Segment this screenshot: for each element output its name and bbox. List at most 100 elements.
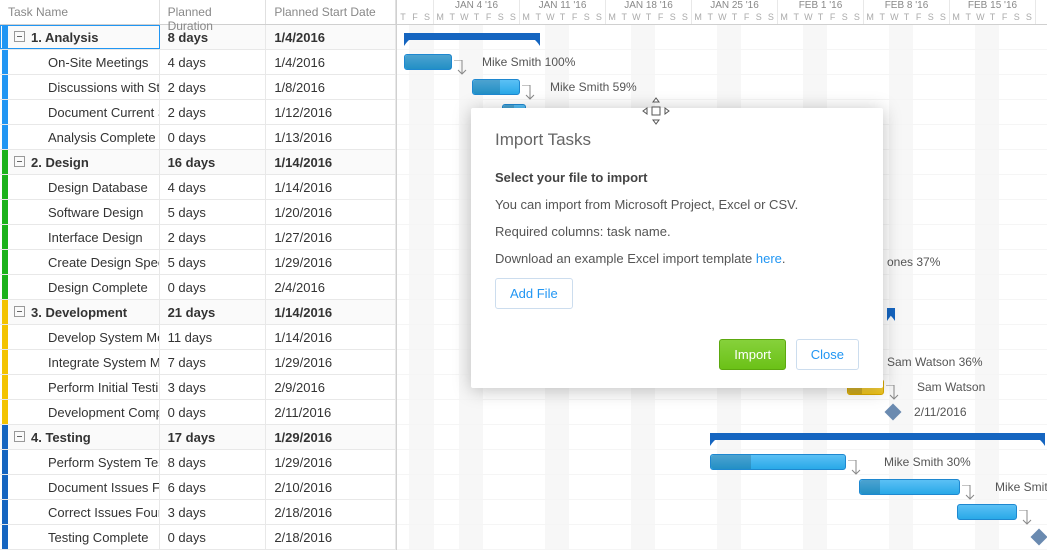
column-header-duration[interactable]: Planned Duration bbox=[160, 0, 267, 24]
task-row[interactable]: Document Current Systems2 days1/12/2016 bbox=[0, 100, 396, 125]
task-name: 3. Development bbox=[31, 305, 127, 320]
task-duration[interactable]: 7 days bbox=[160, 350, 267, 374]
gantt-row[interactable] bbox=[397, 425, 1047, 450]
task-duration[interactable]: 2 days bbox=[160, 100, 267, 124]
task-bar[interactable] bbox=[404, 54, 452, 70]
task-start-date[interactable]: 1/8/2016 bbox=[266, 75, 396, 99]
milestone[interactable] bbox=[885, 404, 902, 421]
gantt-row[interactable]: Mike Smith 59% bbox=[397, 75, 1047, 100]
task-row[interactable]: Interface Design2 days1/27/2016 bbox=[0, 225, 396, 250]
gantt-row[interactable] bbox=[397, 525, 1047, 550]
task-bar[interactable] bbox=[472, 79, 520, 95]
task-start-date[interactable]: 1/13/2016 bbox=[266, 125, 396, 149]
task-duration[interactable]: 3 days bbox=[160, 500, 267, 524]
task-start-date[interactable]: 1/12/2016 bbox=[266, 100, 396, 124]
task-start-date[interactable]: 1/14/2016 bbox=[266, 175, 396, 199]
collapse-toggle[interactable] bbox=[14, 156, 25, 167]
summary-bar[interactable] bbox=[710, 433, 1045, 440]
import-button[interactable]: Import bbox=[719, 339, 786, 370]
task-start-date[interactable]: 1/4/2016 bbox=[266, 50, 396, 74]
task-row[interactable]: Development Complete0 days2/11/2016 bbox=[0, 400, 396, 425]
task-duration[interactable]: 3 days bbox=[160, 375, 267, 399]
add-file-button[interactable]: Add File bbox=[495, 278, 573, 309]
task-row[interactable]: 4. Testing 17 days1/29/2016 bbox=[0, 425, 396, 450]
task-row[interactable]: Testing Complete0 days2/18/2016 bbox=[0, 525, 396, 550]
task-name: Document Issues Found bbox=[48, 480, 160, 495]
task-duration[interactable]: 2 days bbox=[160, 225, 267, 249]
task-duration[interactable]: 8 days bbox=[160, 450, 267, 474]
task-name: 1. Analysis bbox=[31, 30, 98, 45]
task-start-date[interactable]: 2/18/2016 bbox=[266, 525, 396, 549]
task-row[interactable]: Discussions with Stakeholders2 days1/8/2… bbox=[0, 75, 396, 100]
gantt-row[interactable]: Mike Smith 100% bbox=[397, 50, 1047, 75]
task-duration[interactable]: 5 days bbox=[160, 200, 267, 224]
task-start-date[interactable]: 1/29/2016 bbox=[266, 250, 396, 274]
task-start-date[interactable]: 1/29/2016 bbox=[266, 450, 396, 474]
task-bar[interactable] bbox=[859, 479, 960, 495]
task-start-date[interactable]: 1/27/2016 bbox=[266, 225, 396, 249]
task-row[interactable]: Design Complete0 days2/4/2016 bbox=[0, 275, 396, 300]
task-duration[interactable]: 17 days bbox=[160, 425, 267, 449]
task-start-date[interactable]: 2/4/2016 bbox=[266, 275, 396, 299]
column-header-start[interactable]: Planned Start Date bbox=[266, 0, 396, 24]
grid-header: Task Name Planned Duration Planned Start… bbox=[0, 0, 396, 25]
task-row[interactable]: 3. Development 21 days1/14/2016 bbox=[0, 300, 396, 325]
bar-label: ones 37% bbox=[887, 255, 940, 269]
task-name: Software Design bbox=[48, 205, 143, 220]
task-start-date[interactable]: 2/10/2016 bbox=[266, 475, 396, 499]
task-row[interactable]: Correct Issues Found3 days2/18/2016 bbox=[0, 500, 396, 525]
task-row[interactable]: 1. Analysis 8 days1/4/2016 bbox=[0, 25, 396, 50]
task-row[interactable]: Document Issues Found6 days2/10/2016 bbox=[0, 475, 396, 500]
gantt-row[interactable] bbox=[397, 25, 1047, 50]
task-row[interactable]: Software Design 5 days1/20/2016 bbox=[0, 200, 396, 225]
task-start-date[interactable]: 1/14/2016 bbox=[266, 325, 396, 349]
task-duration[interactable]: 21 days bbox=[160, 300, 267, 324]
task-bar[interactable] bbox=[957, 504, 1017, 520]
task-duration[interactable]: 0 days bbox=[160, 275, 267, 299]
task-duration[interactable]: 0 days bbox=[160, 525, 267, 549]
collapse-toggle[interactable] bbox=[14, 431, 25, 442]
task-start-date[interactable]: 1/29/2016 bbox=[266, 425, 396, 449]
task-duration[interactable]: 16 days bbox=[160, 150, 267, 174]
task-row[interactable]: Perform System Tests8 days1/29/2016 bbox=[0, 450, 396, 475]
task-start-date[interactable]: 2/18/2016 bbox=[266, 500, 396, 524]
task-duration[interactable]: 5 days bbox=[160, 250, 267, 274]
task-row[interactable]: Create Design Specification5 days1/29/20… bbox=[0, 250, 396, 275]
task-row[interactable]: Design Database4 days1/14/2016 bbox=[0, 175, 396, 200]
gantt-row[interactable] bbox=[397, 500, 1047, 525]
task-duration[interactable]: 4 days bbox=[160, 175, 267, 199]
collapse-toggle[interactable] bbox=[14, 31, 25, 42]
task-duration[interactable]: 11 days bbox=[160, 325, 267, 349]
task-row[interactable]: Analysis Complete0 days1/13/2016 bbox=[0, 125, 396, 150]
task-start-date[interactable]: 2/11/2016 bbox=[266, 400, 396, 424]
task-row[interactable]: Perform Initial Testing3 days2/9/2016 bbox=[0, 375, 396, 400]
collapse-toggle[interactable] bbox=[14, 306, 25, 317]
task-duration[interactable]: 0 days bbox=[160, 125, 267, 149]
task-start-date[interactable]: 1/4/2016 bbox=[266, 25, 396, 49]
task-start-date[interactable]: 1/29/2016 bbox=[266, 350, 396, 374]
task-row[interactable]: On-Site Meetings4 days1/4/2016 bbox=[0, 50, 396, 75]
gantt-row[interactable]: Mike Smith 30% bbox=[397, 450, 1047, 475]
task-duration[interactable]: 8 days bbox=[160, 25, 267, 49]
milestone[interactable] bbox=[1031, 529, 1047, 546]
gantt-row[interactable]: Mike Smith bbox=[397, 475, 1047, 500]
task-start-date[interactable]: 1/14/2016 bbox=[266, 150, 396, 174]
task-start-date[interactable]: 2/9/2016 bbox=[266, 375, 396, 399]
close-button[interactable]: Close bbox=[796, 339, 859, 370]
column-header-name[interactable]: Task Name bbox=[0, 0, 160, 24]
task-duration[interactable]: 0 days bbox=[160, 400, 267, 424]
task-duration[interactable]: 2 days bbox=[160, 75, 267, 99]
week-label: JAN 11 '16 bbox=[520, 0, 605, 12]
gantt-row[interactable]: 2/11/2016 bbox=[397, 400, 1047, 425]
task-start-date[interactable]: 1/14/2016 bbox=[266, 300, 396, 324]
task-start-date[interactable]: 1/20/2016 bbox=[266, 200, 396, 224]
task-duration[interactable]: 6 days bbox=[160, 475, 267, 499]
task-row[interactable]: 2. Design16 days1/14/2016 bbox=[0, 150, 396, 175]
task-name: 4. Testing bbox=[31, 430, 91, 445]
task-bar[interactable] bbox=[710, 454, 846, 470]
example-template-link[interactable]: here bbox=[756, 251, 782, 266]
task-row[interactable]: Develop System Modules11 days1/14/2016 bbox=[0, 325, 396, 350]
task-row[interactable]: Integrate System Modules7 days1/29/2016 bbox=[0, 350, 396, 375]
task-duration[interactable]: 4 days bbox=[160, 50, 267, 74]
summary-bar[interactable] bbox=[404, 33, 540, 40]
